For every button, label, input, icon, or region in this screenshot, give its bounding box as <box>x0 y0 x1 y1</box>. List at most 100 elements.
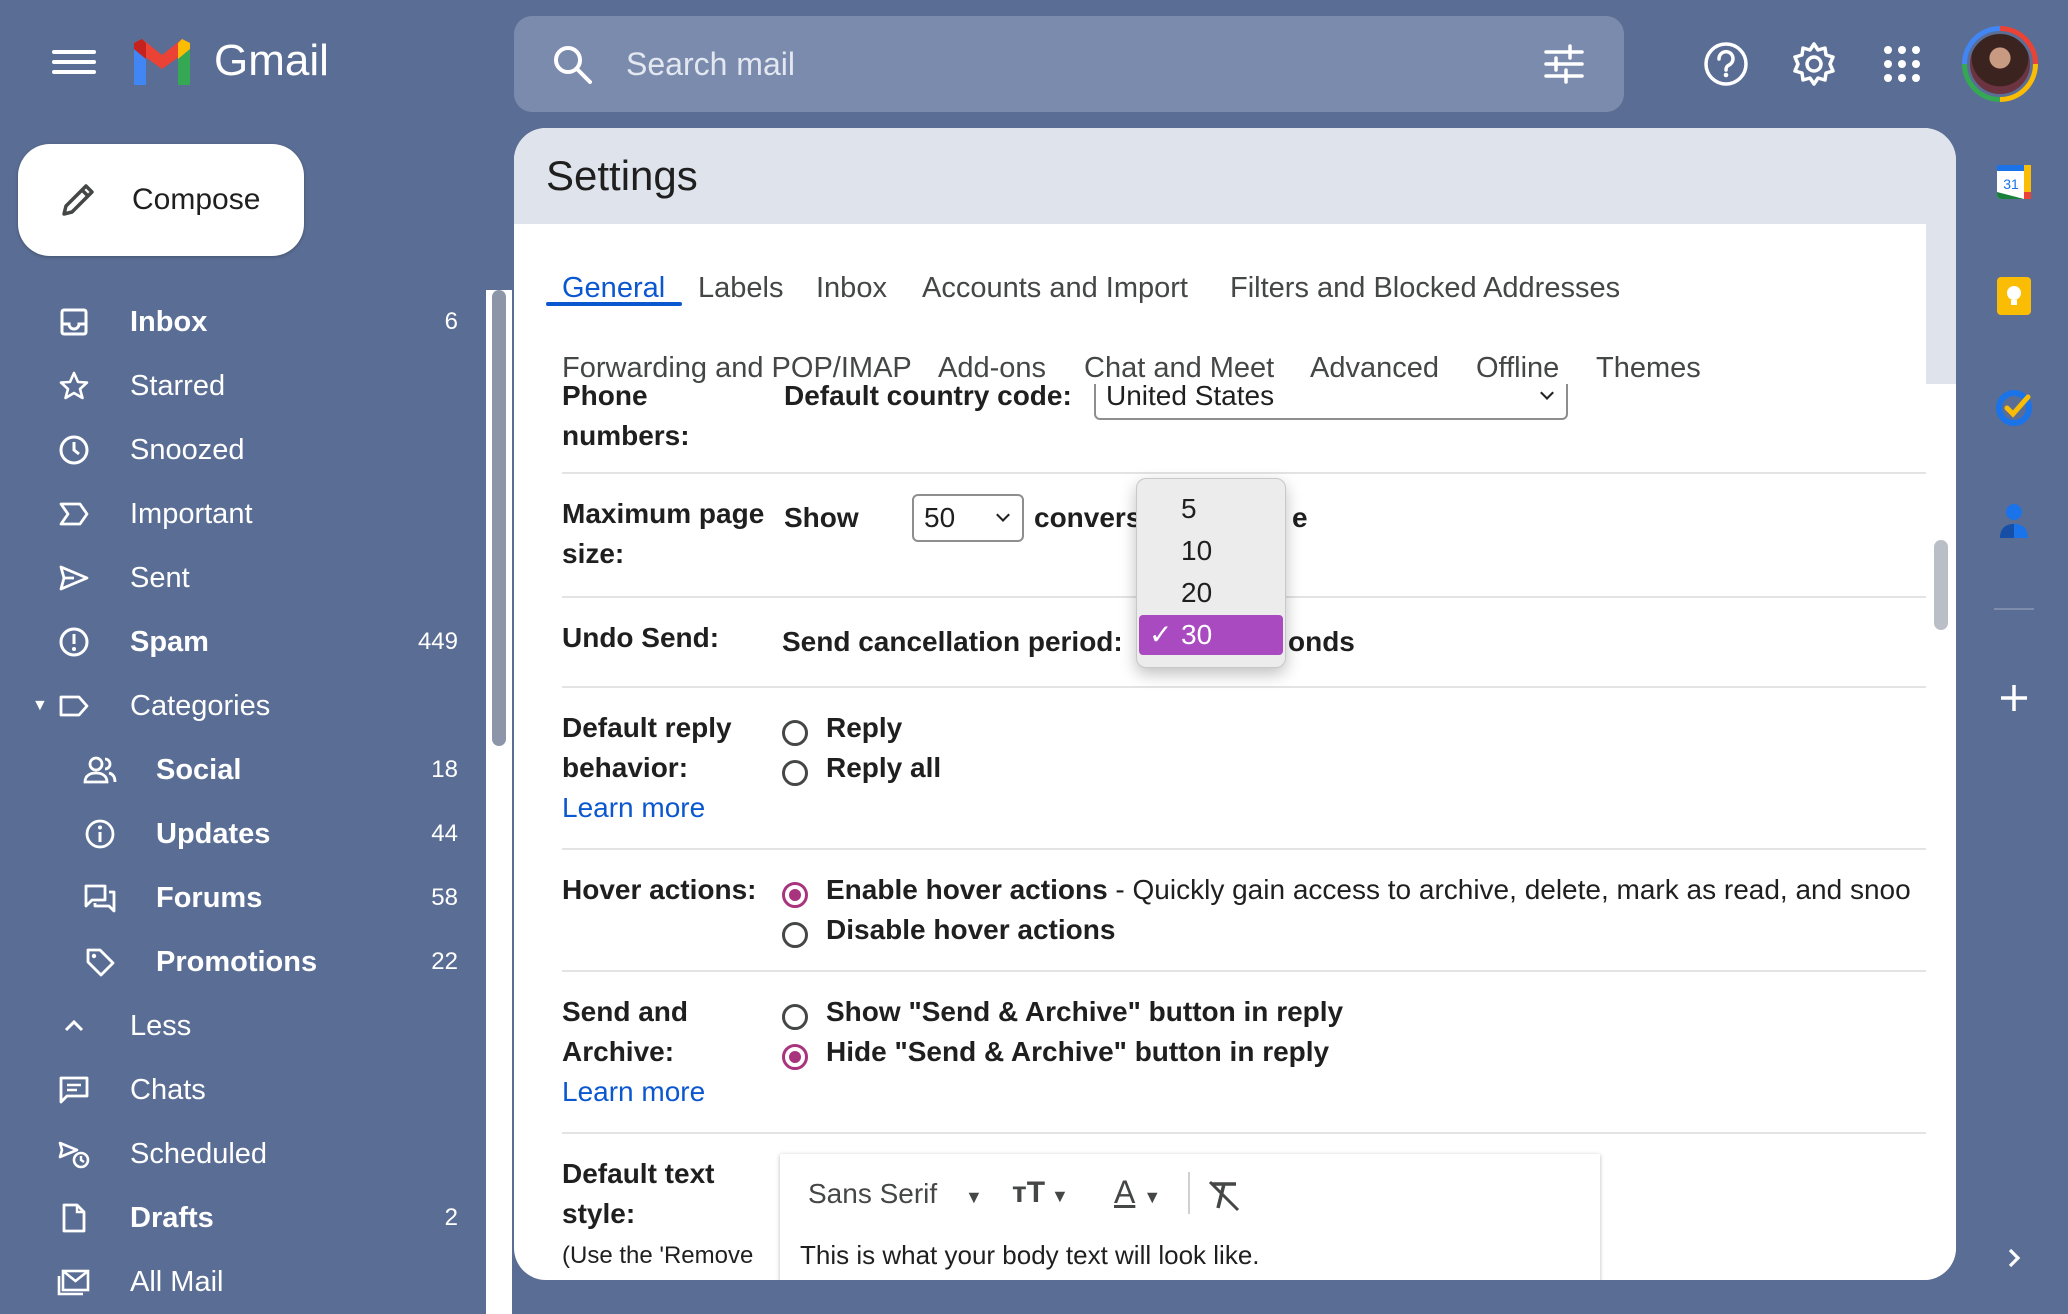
page-size-select[interactable]: 50 <box>912 494 1024 542</box>
dropdown-option-selected[interactable]: ✓ 30 <box>1139 615 1283 655</box>
important-icon <box>56 496 92 532</box>
sidebar-item-chats[interactable]: Chats <box>0 1058 486 1122</box>
sidebar-item-categories[interactable]: ▼ Categories <box>0 674 486 738</box>
sidebar-item-sent[interactable]: Sent <box>0 546 486 610</box>
tab-forwarding[interactable]: Forwarding and POP/IMAP <box>562 352 912 385</box>
reply-radio[interactable] <box>782 720 808 746</box>
sidebar-item-label: Snoozed <box>130 433 245 466</box>
search-options-icon[interactable] <box>1540 40 1588 88</box>
rail-divider <box>1994 608 2034 610</box>
sidebar-item-starred[interactable]: Starred <box>0 354 486 418</box>
page-title: Settings <box>546 152 698 199</box>
settings-panel: Settings General Labels Inbox Accounts a… <box>514 128 1956 1280</box>
sidebar-item-scheduled[interactable]: Scheduled <box>0 1122 486 1186</box>
avatar-photo <box>1967 31 2033 97</box>
sidebar-item-inbox[interactable]: Inbox 6 <box>0 290 486 354</box>
calendar-button[interactable]: 31 <box>1992 160 2036 204</box>
sidebar-item-all-mail[interactable]: All Mail <box>0 1250 486 1314</box>
keep-button[interactable] <box>1992 274 2036 318</box>
sidebar-item-forums[interactable]: Forums 58 <box>0 866 486 930</box>
tab-themes[interactable]: Themes <box>1596 352 1701 385</box>
setting-label: Send and Archive: <box>562 996 689 1067</box>
learn-more-link[interactable]: Learn more <box>562 1076 705 1108</box>
show-send-archive-radio[interactable] <box>782 1004 808 1030</box>
setting-label: Default reply behavior: <box>562 712 732 783</box>
tab-chat-meet[interactable]: Chat and Meet <box>1084 352 1274 385</box>
sidebar-item-updates[interactable]: Updates 44 <box>0 802 486 866</box>
disable-hover-radio[interactable] <box>782 922 808 948</box>
country-code-select[interactable]: United States <box>1094 384 1568 420</box>
get-addons-button[interactable] <box>1992 676 2036 720</box>
people-icon <box>82 752 118 788</box>
setting-send-archive: Send and Archive: Learn more Show "Send &… <box>562 972 1926 1134</box>
font-family-select[interactable]: Sans Serif ▼ <box>808 1178 983 1210</box>
dropdown-option[interactable]: 10 <box>1139 531 1283 571</box>
sidebar-item-snoozed[interactable]: Snoozed <box>0 418 486 482</box>
sidebar-item-spam[interactable]: Spam 449 <box>0 610 486 674</box>
chevron-up-icon <box>56 1008 92 1044</box>
apps-button[interactable] <box>1874 36 1930 92</box>
tab-general[interactable]: General <box>562 272 665 305</box>
unread-count: 58 <box>431 884 458 911</box>
sidebar-item-promotions[interactable]: Promotions 22 <box>0 930 486 994</box>
cancellation-period-dropdown[interactable]: 5 10 20 ✓ 30 <box>1136 478 1286 668</box>
tab-labels[interactable]: Labels <box>698 272 783 305</box>
setting-label: Maximum page size: <box>562 498 765 569</box>
scrollbar-thumb[interactable] <box>492 290 506 746</box>
settings-scrollbar[interactable] <box>1926 384 1956 1280</box>
dropdown-option[interactable]: 5 <box>1139 489 1283 529</box>
gmail-logo[interactable] <box>130 36 194 92</box>
tab-filters[interactable]: Filters and Blocked Addresses <box>1230 272 1620 305</box>
calendar-icon: 31 <box>1997 165 2031 199</box>
sidebar-item-important[interactable]: Important <box>0 482 486 546</box>
sidebar-item-drafts[interactable]: Drafts 2 <box>0 1186 486 1250</box>
selected-value: 30 <box>1181 619 1213 650</box>
unread-count: 449 <box>417 628 458 655</box>
compose-button[interactable]: Compose <box>18 144 304 256</box>
unread-count: 18 <box>431 756 458 783</box>
reply-all-label: Reply all <box>826 752 942 783</box>
tab-offline[interactable]: Offline <box>1476 352 1559 385</box>
text-color-button[interactable]: A ▼ <box>1114 1174 1161 1211</box>
scrollbar-thumb[interactable] <box>1934 540 1948 630</box>
font-size-button[interactable]: тТ ▼ <box>1012 1176 1069 1210</box>
settings-header: Settings <box>514 128 1956 224</box>
search-bar[interactable] <box>514 16 1624 112</box>
settings-button[interactable] <box>1786 36 1842 92</box>
learn-more-link[interactable]: Learn more <box>562 792 705 824</box>
sidebar-item-label: Starred <box>130 369 226 402</box>
caret-down-icon: ▼ <box>964 1187 983 1207</box>
sidebar-item-label: Social <box>156 753 242 786</box>
text-style-preview: This is what your body text will look li… <box>800 1240 1260 1270</box>
select-value: 50 <box>924 502 956 533</box>
contacts-button[interactable] <box>1992 498 2036 542</box>
draft-icon <box>56 1200 92 1236</box>
tab-addons[interactable]: Add-ons <box>938 352 1046 385</box>
tab-inbox[interactable]: Inbox <box>816 272 887 305</box>
tab-accounts-import[interactable]: Accounts and Import <box>922 272 1188 305</box>
sidebar-item-label: All Mail <box>130 1265 224 1298</box>
reply-all-radio[interactable] <box>782 760 808 786</box>
label-icon <box>56 688 92 724</box>
dropdown-option[interactable]: 20 <box>1139 573 1283 613</box>
remove-formatting-icon[interactable] <box>1204 1176 1244 1216</box>
enable-hover-radio[interactable] <box>782 882 808 908</box>
info-icon <box>82 816 118 852</box>
sidebar-item-social[interactable]: Social 18 <box>0 738 486 802</box>
sidebar-item-label: Less <box>130 1009 192 1042</box>
sidebar-scrollbar[interactable] <box>486 290 512 1314</box>
search-input[interactable] <box>626 40 1506 88</box>
sidebar-item-less[interactable]: Less <box>0 994 486 1058</box>
show-side-panel-button[interactable] <box>1992 1236 2036 1280</box>
main-menu-button[interactable] <box>48 44 100 84</box>
account-avatar[interactable] <box>1962 26 2038 102</box>
svg-text:31: 31 <box>2003 176 2019 192</box>
caret-down-icon[interactable]: ▼ <box>32 697 48 715</box>
chevron-down-icon <box>996 508 1010 522</box>
tab-advanced[interactable]: Advanced <box>1310 352 1439 385</box>
inbox-icon <box>56 304 92 340</box>
tasks-button[interactable] <box>1992 386 2036 430</box>
search-icon[interactable] <box>548 40 596 88</box>
hide-send-archive-radio[interactable] <box>782 1044 808 1070</box>
help-button[interactable] <box>1698 36 1754 92</box>
